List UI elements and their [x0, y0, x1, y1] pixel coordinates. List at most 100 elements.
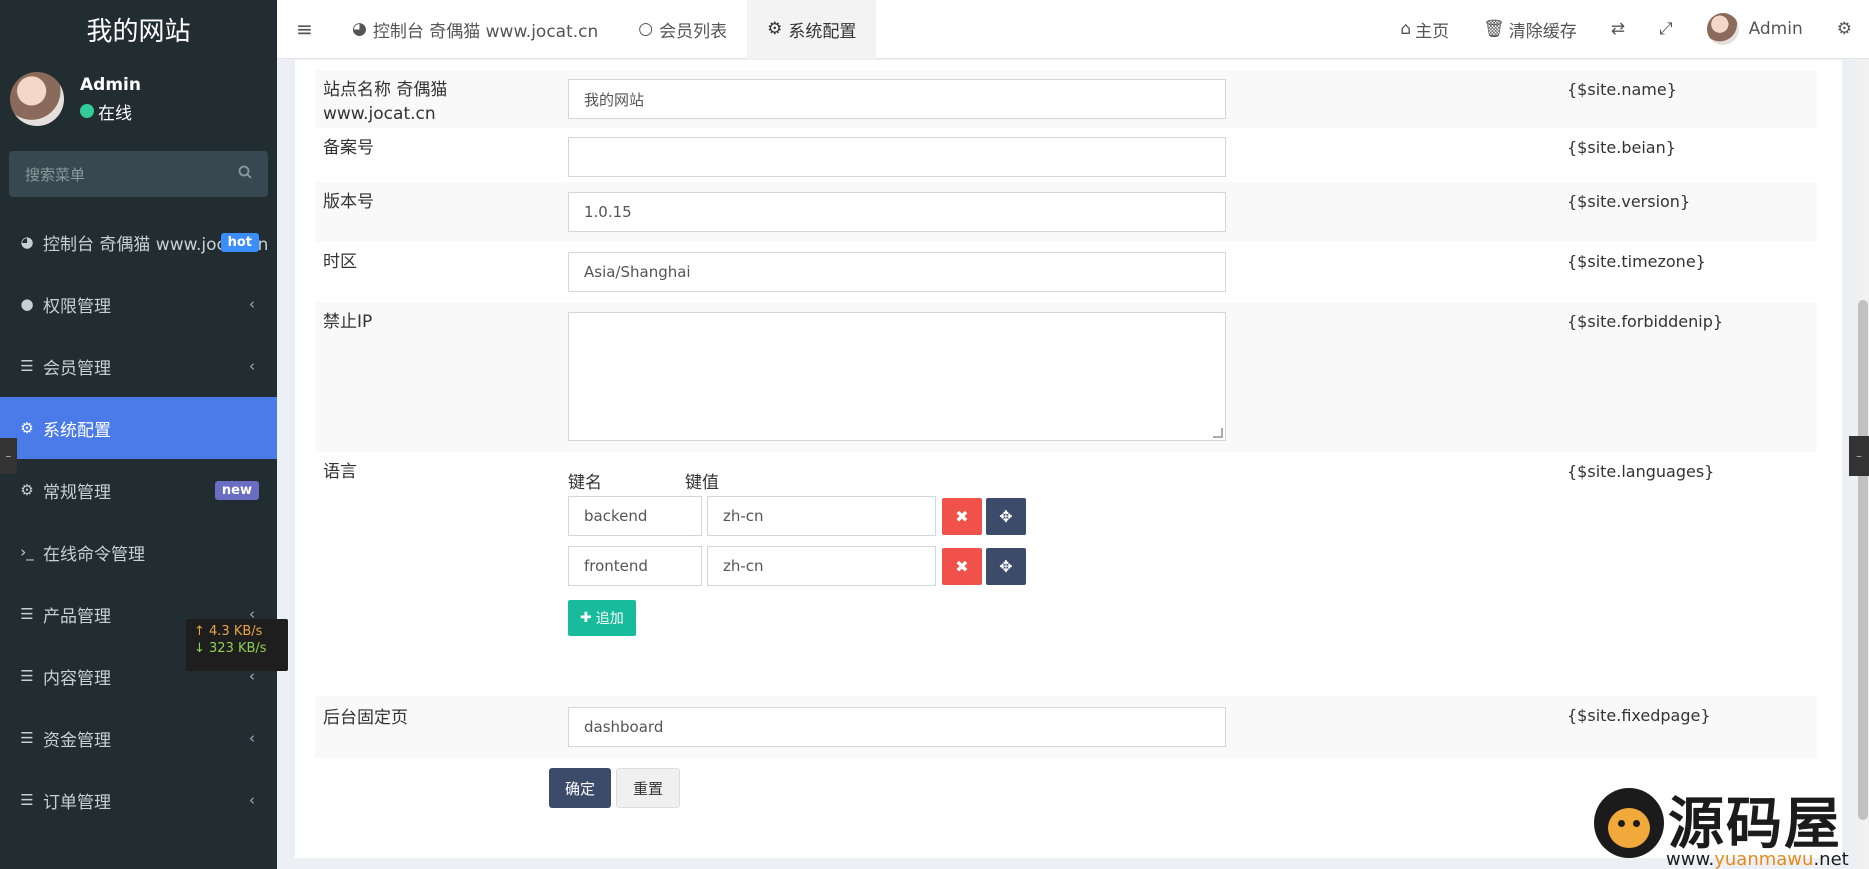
home-icon: ⌂	[1400, 19, 1412, 39]
avatar	[10, 72, 64, 126]
language-key-field[interactable]: backend	[568, 496, 702, 536]
online-dot-icon	[80, 104, 94, 118]
dashboard-icon: ◕	[352, 19, 367, 39]
sidebar-item-dashboard[interactable]: ◕ 控制台 奇偶猫 www.jocat.cn hot	[0, 211, 277, 273]
dashboard-icon: ◕	[20, 233, 34, 251]
clear-cache-button[interactable]: 🗑 清除缓存	[1466, 17, 1594, 42]
right-edge-handle[interactable]: –	[1849, 436, 1869, 476]
sidebar-menu: ◕ 控制台 奇偶猫 www.jocat.cn hot ● 权限管理 ‹ ☰ 会员…	[0, 211, 277, 831]
home-link[interactable]: ⌂ 主页	[1383, 17, 1466, 42]
sidebar-item-label: 内容管理	[43, 668, 111, 689]
field-label: 语言	[323, 462, 357, 482]
move-icon: ✥	[999, 507, 1013, 526]
add-row-label: 追加	[595, 611, 624, 627]
scrollbar-thumb[interactable]	[1858, 300, 1868, 820]
user-panel: Admin 在线	[0, 59, 277, 139]
var-name: {$site.beian}	[1567, 138, 1676, 157]
sidebar-item-orders[interactable]: ☰ 订单管理 ‹	[0, 769, 277, 831]
sidebar-item-funds[interactable]: ☰ 资金管理 ‹	[0, 707, 277, 769]
tab-system-config[interactable]: ⚙ 系统配置	[747, 0, 877, 59]
users-icon: ●	[20, 295, 34, 313]
tab-label: 会员列表	[659, 21, 728, 42]
watermark-text: 源码屋	[1668, 792, 1842, 857]
resize-handle-icon[interactable]	[1213, 428, 1223, 438]
var-name: {$site.timezone}	[1567, 252, 1706, 271]
upload-speed: ↑ 4.3 KB/s	[194, 624, 263, 639]
new-badge: new	[214, 480, 259, 500]
close-icon: ✖	[955, 557, 969, 576]
forbiddenip-textarea[interactable]	[568, 312, 1226, 441]
hamburger-icon[interactable]: ≡	[277, 17, 332, 41]
value-header: 键值	[685, 473, 719, 493]
list-icon: ☰	[20, 729, 34, 747]
sidebar-item-label: 资金管理	[43, 730, 111, 751]
field-label-line: 站点名称 奇偶猫	[323, 80, 448, 100]
sidebar-item-permissions[interactable]: ● 权限管理 ‹	[0, 273, 277, 335]
drag-row-button[interactable]: ✥	[986, 548, 1026, 585]
form-row-forbiddenip: 禁止IP {$site.forbiddenip}	[315, 302, 1817, 452]
sidebar-item-online-command[interactable]: ›_ 在线命令管理	[0, 521, 277, 583]
sidebar-item-members[interactable]: ☰ 会员管理 ‹	[0, 335, 277, 397]
version-field[interactable]: 1.0.15	[568, 192, 1226, 232]
translate-button[interactable]: ⇄	[1594, 19, 1642, 39]
var-name: {$site.fixedpage}	[1567, 706, 1711, 725]
field-label: 禁止IP	[323, 312, 373, 332]
form-row-fixedpage: 后台固定页 dashboard {$site.fixedpage}	[315, 696, 1817, 758]
drag-row-button[interactable]: ✥	[986, 498, 1026, 535]
timezone-field[interactable]: Asia/Shanghai	[568, 252, 1226, 292]
reset-button[interactable]: 重置	[616, 768, 681, 808]
var-name: {$site.forbiddenip}	[1567, 312, 1724, 331]
sidebar-item-general[interactable]: ⚙ 常规管理 new	[0, 459, 277, 521]
site-name-field[interactable]: 我的网站	[568, 79, 1226, 119]
tab-dashboard[interactable]: ◕ 控制台 奇偶猫 www.jocat.cn	[332, 0, 618, 59]
tab-label: 系统配置	[788, 21, 857, 42]
fixedpage-field[interactable]: dashboard	[568, 707, 1226, 747]
topbar: ≡ ◕ 控制台 奇偶猫 www.jocat.cn ○ 会员列表 ⚙ 系统配置 ⌂…	[277, 0, 1869, 59]
fullscreen-icon: ⤢	[1658, 19, 1673, 39]
sidebar-item-system-config[interactable]: ⚙ 系统配置	[0, 397, 277, 459]
gears-icon: ⚙	[20, 481, 34, 499]
form-row-version: 版本号 1.0.15 {$site.version}	[315, 182, 1817, 242]
watermark-url-pre: www.	[1666, 849, 1715, 869]
gears-icon: ⚙	[1836, 19, 1852, 39]
fullscreen-button[interactable]: ⤢	[1642, 19, 1690, 39]
form-row-languages: 语言 键名 键值 backend zh-cn ✖ ✥ frontend zh-c…	[315, 452, 1817, 666]
circle-icon: ○	[638, 19, 654, 39]
sidebar-item-label: 权限管理	[43, 296, 111, 317]
sidebar-item-label: 在线命令管理	[43, 544, 145, 565]
search-icon[interactable]	[238, 165, 252, 183]
field-label: 版本号	[323, 192, 374, 212]
remove-row-button[interactable]: ✖	[942, 548, 982, 585]
submit-button[interactable]: 确定	[549, 768, 612, 808]
search-input[interactable]: 搜索菜单	[25, 164, 85, 185]
settings-button[interactable]: ⚙	[1820, 19, 1869, 39]
sidebar-item-label: 常规管理	[43, 482, 111, 503]
tab-member-list[interactable]: ○ 会员列表	[618, 0, 747, 59]
list-icon: ☰	[20, 357, 34, 375]
remove-row-button[interactable]: ✖	[942, 498, 982, 535]
monkey-logo-icon	[1594, 788, 1664, 858]
trash-icon: 🗑	[1483, 19, 1505, 39]
topbar-right: ⌂ 主页 🗑 清除缓存 ⇄ ⤢ Admin ⚙	[1383, 0, 1869, 59]
language-value-field[interactable]: zh-cn	[707, 496, 936, 536]
user-menu-name: Admin	[1748, 19, 1803, 39]
form-row-beian: 备案号 {$site.beian}	[315, 128, 1817, 182]
language-key-field[interactable]: frontend	[568, 546, 702, 586]
sidebar-search[interactable]: 搜索菜单	[9, 151, 268, 197]
chevron-left-icon: ‹	[249, 729, 255, 747]
form-row-timezone: 时区 Asia/Shanghai {$site.timezone}	[315, 242, 1817, 302]
sidebar-item-label: 会员管理	[43, 358, 111, 379]
chevron-left-icon: ‹	[249, 791, 255, 809]
list-icon: ☰	[20, 791, 34, 809]
user-menu[interactable]: Admin	[1690, 13, 1820, 45]
add-row-button[interactable]: ✚ 追加	[568, 600, 636, 636]
plus-icon: ✚	[580, 610, 592, 626]
tab-label: 控制台 奇偶猫 www.jocat.cn	[372, 21, 599, 42]
home-label: 主页	[1415, 21, 1450, 42]
move-icon: ✥	[999, 557, 1013, 576]
left-edge-handle[interactable]: –	[0, 438, 17, 474]
language-value-field[interactable]: zh-cn	[707, 546, 936, 586]
avatar	[1706, 13, 1739, 45]
brand-title[interactable]: 我的网站	[0, 0, 277, 59]
beian-field[interactable]	[568, 137, 1226, 177]
